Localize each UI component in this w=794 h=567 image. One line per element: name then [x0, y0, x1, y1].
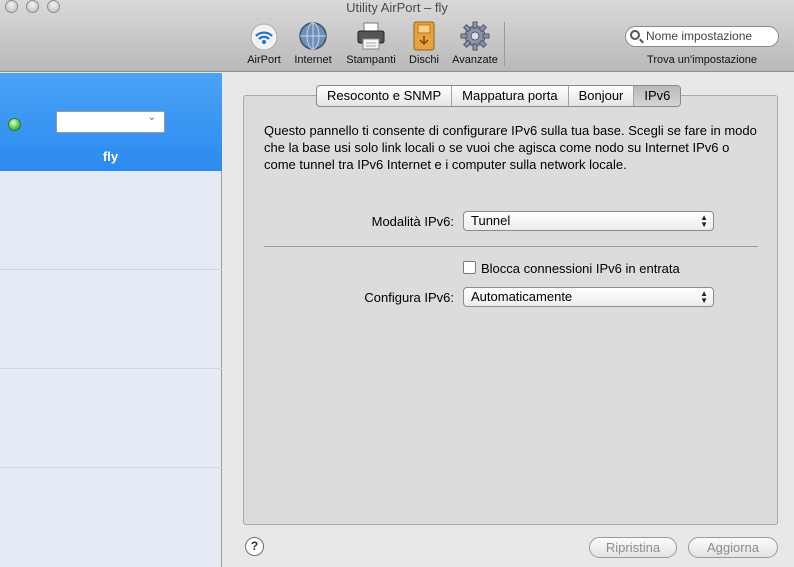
toolbar-printers-label: Stampanti: [346, 54, 396, 66]
window-title: Utility AirPort – fly: [346, 0, 448, 15]
block-ipv6-checkbox[interactable]: [463, 261, 476, 274]
toolbar-printers[interactable]: Stampanti: [343, 20, 399, 66]
configure-ipv6-popup[interactable]: Automaticamente ▲ ▼: [463, 287, 714, 307]
toolbar-airport[interactable]: AirPort: [245, 20, 283, 66]
printer-icon: [354, 20, 388, 52]
status-indicator-icon: [8, 118, 21, 131]
base-station-popup[interactable]: [56, 111, 165, 133]
ipv6-mode-value: Tunnel: [471, 213, 511, 228]
toolbar-airport-label: AirPort: [247, 54, 281, 66]
empty-list-row: [0, 270, 222, 369]
revert-button[interactable]: Ripristina: [589, 537, 677, 558]
updown-arrows-icon: ▲ ▼: [700, 213, 708, 229]
ipv6-mode-popup[interactable]: Tunnel ▲ ▼: [463, 211, 714, 231]
base-station-list: fly: [0, 73, 222, 567]
toolbar-disks[interactable]: Dischi: [406, 20, 442, 66]
gear-icon: [458, 20, 492, 52]
tab-port-mapping[interactable]: Mappatura porta: [452, 86, 569, 106]
update-button[interactable]: Aggiorna: [688, 537, 778, 558]
base-station-name: fly: [102, 149, 119, 164]
settings-main: Questo pannello ti consente di configura…: [223, 73, 794, 567]
base-station-item[interactable]: fly: [0, 73, 222, 171]
empty-list-row: [0, 171, 222, 270]
tab-ipv6[interactable]: IPv6: [634, 86, 681, 106]
configure-ipv6-label: Configura IPv6:: [364, 290, 454, 305]
tab-bonjour[interactable]: Bonjour: [569, 86, 635, 106]
tab-bar: Resoconto e SNMP Mappatura porta Bonjour…: [316, 85, 682, 107]
empty-list-row: [0, 369, 222, 468]
section-divider: [264, 246, 758, 247]
ipv6-mode-label: Modalità IPv6:: [371, 214, 454, 229]
window-toolbar: Utility AirPort – fly AirPort Internet S…: [0, 0, 794, 72]
updown-arrows-icon: ▲ ▼: [700, 289, 708, 305]
search-placeholder: Nome impostazione: [646, 29, 753, 43]
help-button[interactable]: ?: [245, 537, 264, 556]
search-icon: [630, 30, 640, 40]
globe-icon: [296, 20, 330, 52]
settings-panel: Questo pannello ti consente di configura…: [243, 95, 778, 525]
block-ipv6-label: Blocca connessioni IPv6 in entrata: [481, 261, 680, 276]
search-caption: Trova un'impostazione: [647, 54, 757, 66]
toolbar-advanced[interactable]: Avanzate: [449, 20, 501, 66]
toolbar-separator: [504, 22, 505, 66]
toolbar-advanced-label: Avanzate: [452, 54, 498, 66]
disk-icon: [407, 20, 441, 52]
tab-snmp[interactable]: Resoconto e SNMP: [317, 86, 453, 106]
toolbar-internet[interactable]: Internet: [291, 20, 335, 66]
configure-ipv6-value: Automaticamente: [471, 289, 573, 304]
toolbar-disks-label: Dischi: [409, 54, 439, 66]
toolbar-internet-label: Internet: [294, 54, 332, 66]
panel-description: Questo pannello ti consente di configura…: [264, 123, 757, 172]
search-field[interactable]: Nome impostazione: [625, 26, 779, 47]
airport-wifi-icon: [247, 20, 281, 52]
